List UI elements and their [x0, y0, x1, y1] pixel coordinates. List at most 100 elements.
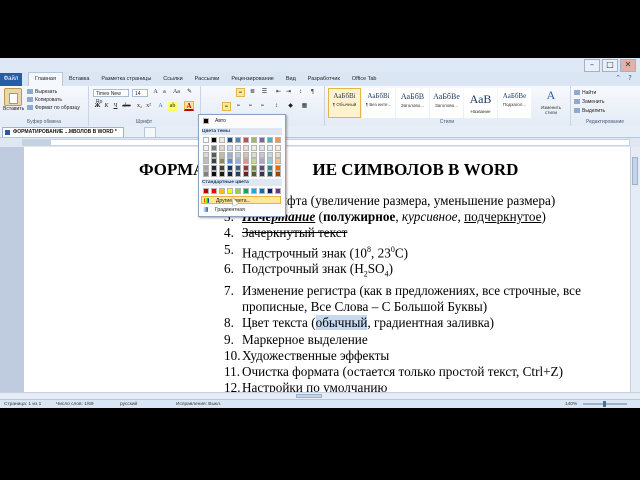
help-icon[interactable]: ?	[626, 74, 634, 82]
gradient-item[interactable]: Градиентная	[201, 206, 281, 214]
selected-text[interactable]: обычный	[315, 315, 368, 331]
theme-shade-swatch[interactable]	[203, 164, 209, 171]
change-styles-button[interactable]: A Изменить стили	[536, 88, 566, 118]
standard-color-swatch[interactable]	[219, 188, 225, 194]
document-tab[interactable]: ФОРМАТИРОВАНИЕ ...МВОЛОВ В WORD *	[2, 127, 124, 137]
theme-shade-swatch[interactable]	[235, 171, 241, 177]
underline-button[interactable]: Ч	[111, 102, 120, 111]
close-button[interactable]: ✕	[620, 59, 636, 72]
theme-shade-swatch[interactable]	[219, 145, 225, 151]
style-4[interactable]: АаВ Название	[464, 88, 497, 118]
theme-shade-swatch[interactable]	[219, 171, 225, 177]
tab-8[interactable]: Office Tab	[346, 73, 383, 86]
font-size-combo[interactable]: 14	[132, 89, 148, 97]
theme-shade-swatch[interactable]	[251, 164, 257, 171]
format-painter-button[interactable]: Формат по образцу	[27, 104, 80, 112]
ruler-scale[interactable]	[22, 139, 630, 146]
file-tab[interactable]: Файл	[0, 73, 22, 86]
theme-shade-swatch[interactable]	[243, 171, 249, 177]
theme-shade-swatch[interactable]	[259, 164, 265, 171]
theme-color-swatch[interactable]	[251, 137, 257, 143]
tab-1[interactable]: Вставка	[63, 73, 95, 86]
theme-shade-swatch[interactable]	[219, 158, 225, 164]
font-color-button[interactable]: A	[184, 101, 194, 111]
theme-shade-swatch[interactable]	[267, 158, 273, 164]
shading-button[interactable]: ◆	[286, 102, 295, 111]
theme-shade-swatch[interactable]	[227, 145, 233, 151]
theme-shade-swatch[interactable]	[251, 171, 257, 177]
standard-color-swatch[interactable]	[267, 188, 273, 194]
theme-shade-swatch[interactable]	[235, 164, 241, 171]
align-left-button[interactable]: ≡	[222, 102, 231, 111]
tab-2[interactable]: Разметка страницы	[95, 73, 157, 86]
theme-shade-swatch[interactable]	[243, 151, 249, 158]
shrink-font-button[interactable]: a	[160, 88, 169, 97]
theme-shade-swatch[interactable]	[203, 171, 209, 177]
align-center-button[interactable]: ≡	[234, 102, 243, 111]
standard-color-swatch[interactable]	[203, 188, 209, 194]
minimize-ribbon-icon[interactable]: ⌃	[614, 74, 622, 82]
change-case-button[interactable]: Аа	[172, 88, 181, 97]
style-3[interactable]: АаБбВе Заголово...	[430, 88, 463, 118]
line-spacing-button[interactable]: ↕	[272, 102, 281, 111]
theme-shade-swatch[interactable]	[259, 145, 265, 151]
select-button[interactable]: Выделить	[574, 107, 605, 116]
horizontal-scroll-thumb[interactable]	[296, 394, 322, 398]
vertical-scrollbar[interactable]	[630, 147, 640, 392]
tab-0[interactable]: Главная	[28, 72, 63, 86]
numbering-button[interactable]: ≣	[248, 88, 257, 97]
style-0[interactable]: АаБбВі ¶ Обычный	[328, 88, 361, 118]
theme-color-swatch[interactable]	[259, 137, 265, 143]
zoom-slider[interactable]	[583, 401, 627, 407]
tab-7[interactable]: Разработчик	[302, 73, 346, 86]
theme-shade-swatch[interactable]	[211, 151, 217, 158]
theme-shade-swatch[interactable]	[251, 151, 257, 158]
maximize-button[interactable]: □	[602, 59, 618, 72]
new-tab-button[interactable]	[144, 127, 156, 138]
theme-shade-swatch[interactable]	[275, 164, 281, 171]
text-effects-button[interactable]: A	[156, 102, 165, 111]
theme-shade-swatch[interactable]	[243, 145, 249, 151]
theme-shade-swatch[interactable]	[227, 158, 233, 164]
theme-shade-swatch[interactable]	[227, 171, 233, 177]
subscript-button[interactable]: x₂	[135, 102, 144, 111]
standard-color-swatch[interactable]	[275, 188, 281, 194]
tab-5[interactable]: Рецензирование	[225, 73, 279, 86]
standard-color-swatch[interactable]	[243, 188, 249, 194]
theme-shade-swatch[interactable]	[251, 145, 257, 151]
style-5[interactable]: АаБбВе Подзагол...	[498, 88, 531, 118]
theme-shade-swatch[interactable]	[275, 158, 281, 164]
theme-color-swatch[interactable]	[219, 137, 225, 143]
justify-button[interactable]: ≡	[258, 102, 267, 111]
standard-color-swatch[interactable]	[235, 188, 241, 194]
standard-color-swatch[interactable]	[251, 188, 257, 194]
document-page[interactable]: ФОРМАТИ ИЕ СИМВОЛОВ В WORD ифта (увеличен…	[24, 147, 630, 395]
standard-color-swatch[interactable]	[259, 188, 265, 194]
theme-shade-swatch[interactable]	[227, 164, 233, 171]
increase-indent-button[interactable]: ⇥	[284, 88, 293, 97]
zoom-knob[interactable]	[603, 401, 606, 407]
theme-shade-swatch[interactable]	[259, 158, 265, 164]
borders-button[interactable]: ▦	[300, 102, 309, 111]
theme-shade-swatch[interactable]	[235, 145, 241, 151]
theme-shade-swatch[interactable]	[203, 158, 209, 164]
standard-color-swatch[interactable]	[227, 188, 233, 194]
theme-shade-swatch[interactable]	[219, 151, 225, 158]
standard-color-swatch[interactable]	[211, 188, 217, 194]
theme-color-swatch[interactable]	[275, 137, 281, 143]
theme-shade-swatch[interactable]	[211, 164, 217, 171]
paste-button[interactable]: Вставить	[3, 88, 24, 112]
theme-shade-swatch[interactable]	[235, 151, 241, 158]
theme-color-swatch[interactable]	[243, 137, 249, 143]
bold-button[interactable]: Ж	[93, 102, 102, 111]
italic-button[interactable]: К	[102, 102, 111, 111]
theme-shade-swatch[interactable]	[275, 171, 281, 177]
theme-shade-swatch[interactable]	[275, 151, 281, 158]
copy-button[interactable]: Копировать	[27, 96, 80, 104]
replace-button[interactable]: Заменить	[574, 98, 605, 107]
align-right-button[interactable]: ≡	[246, 102, 255, 111]
tab-6[interactable]: Вид	[280, 73, 302, 86]
more-colors-item[interactable]: Другие цвета...	[201, 196, 281, 204]
theme-shade-swatch[interactable]	[267, 171, 273, 177]
tab-3[interactable]: Ссылки	[157, 73, 188, 86]
